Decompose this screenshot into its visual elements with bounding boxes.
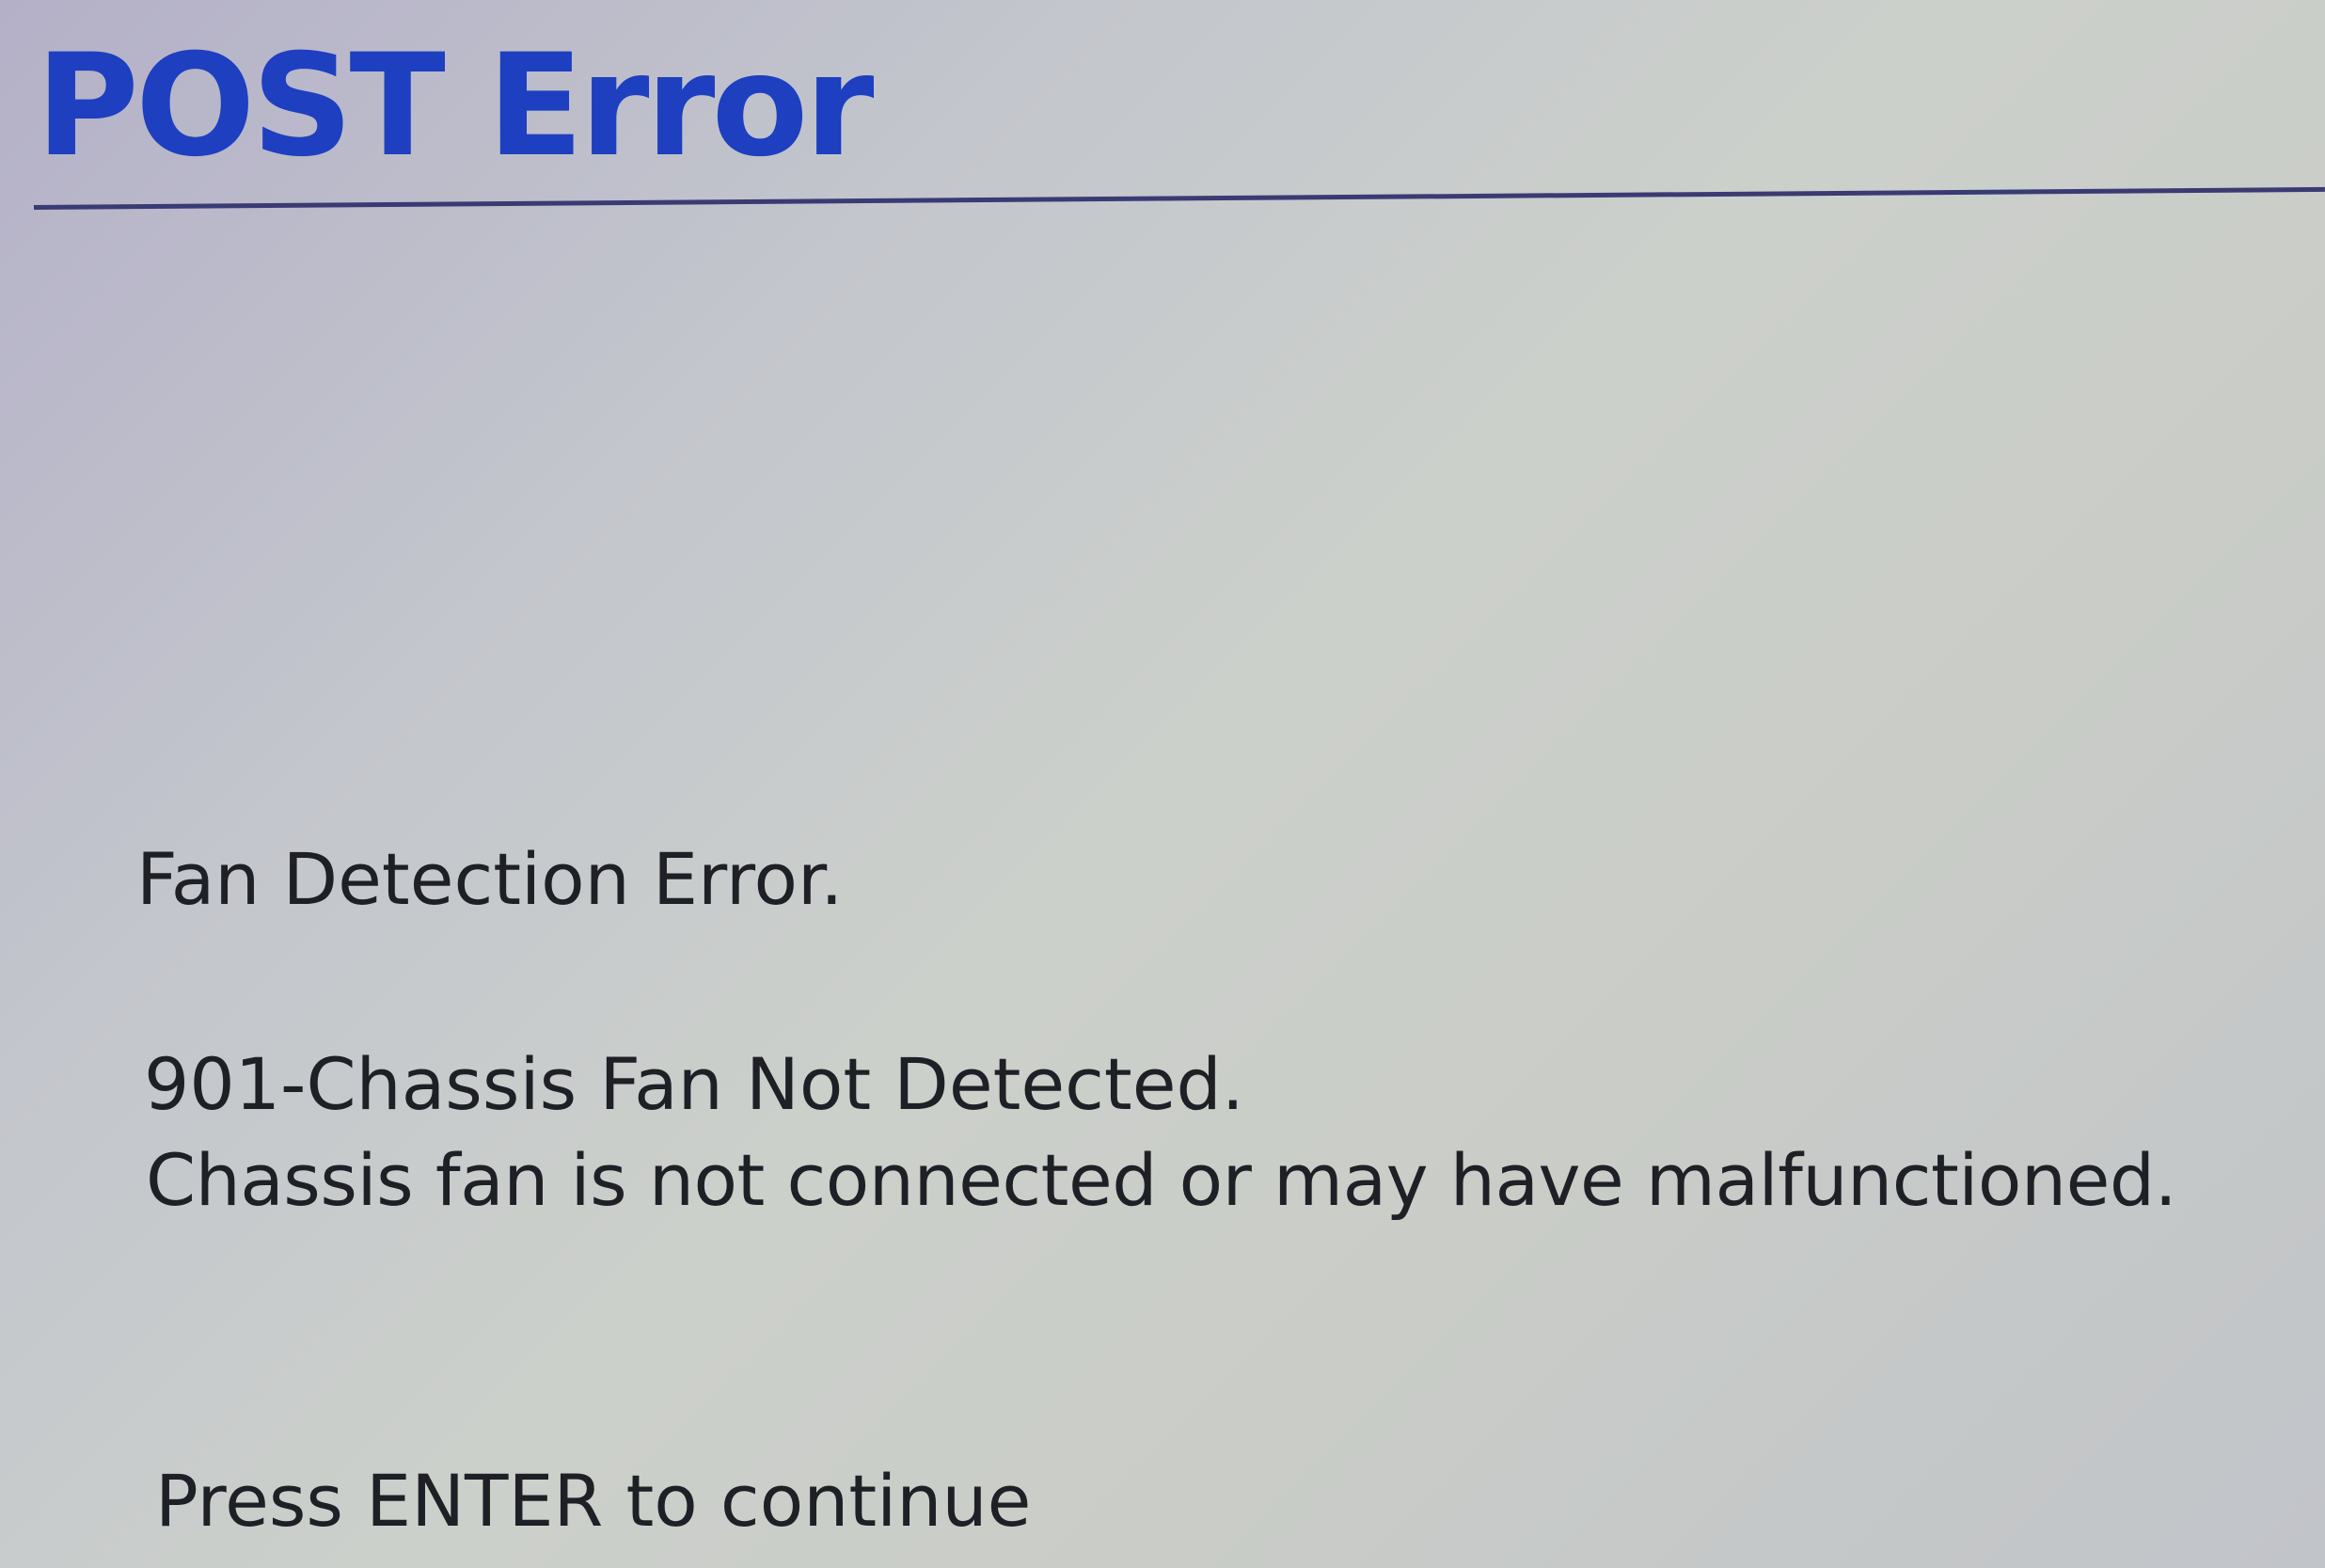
continue-prompt: Press ENTER to continue — [155, 1459, 1032, 1543]
page-title: POST Error — [36, 24, 874, 188]
error-heading: Fan Detection Error. — [136, 837, 844, 921]
post-error-screen: POST Error Fan Detection Error. 901-Chas… — [0, 0, 2325, 1568]
error-code-line: 901-Chassis Fan Not Detected. — [144, 1042, 1244, 1126]
error-description: Chassis fan is not connected or may have… — [146, 1138, 2177, 1222]
